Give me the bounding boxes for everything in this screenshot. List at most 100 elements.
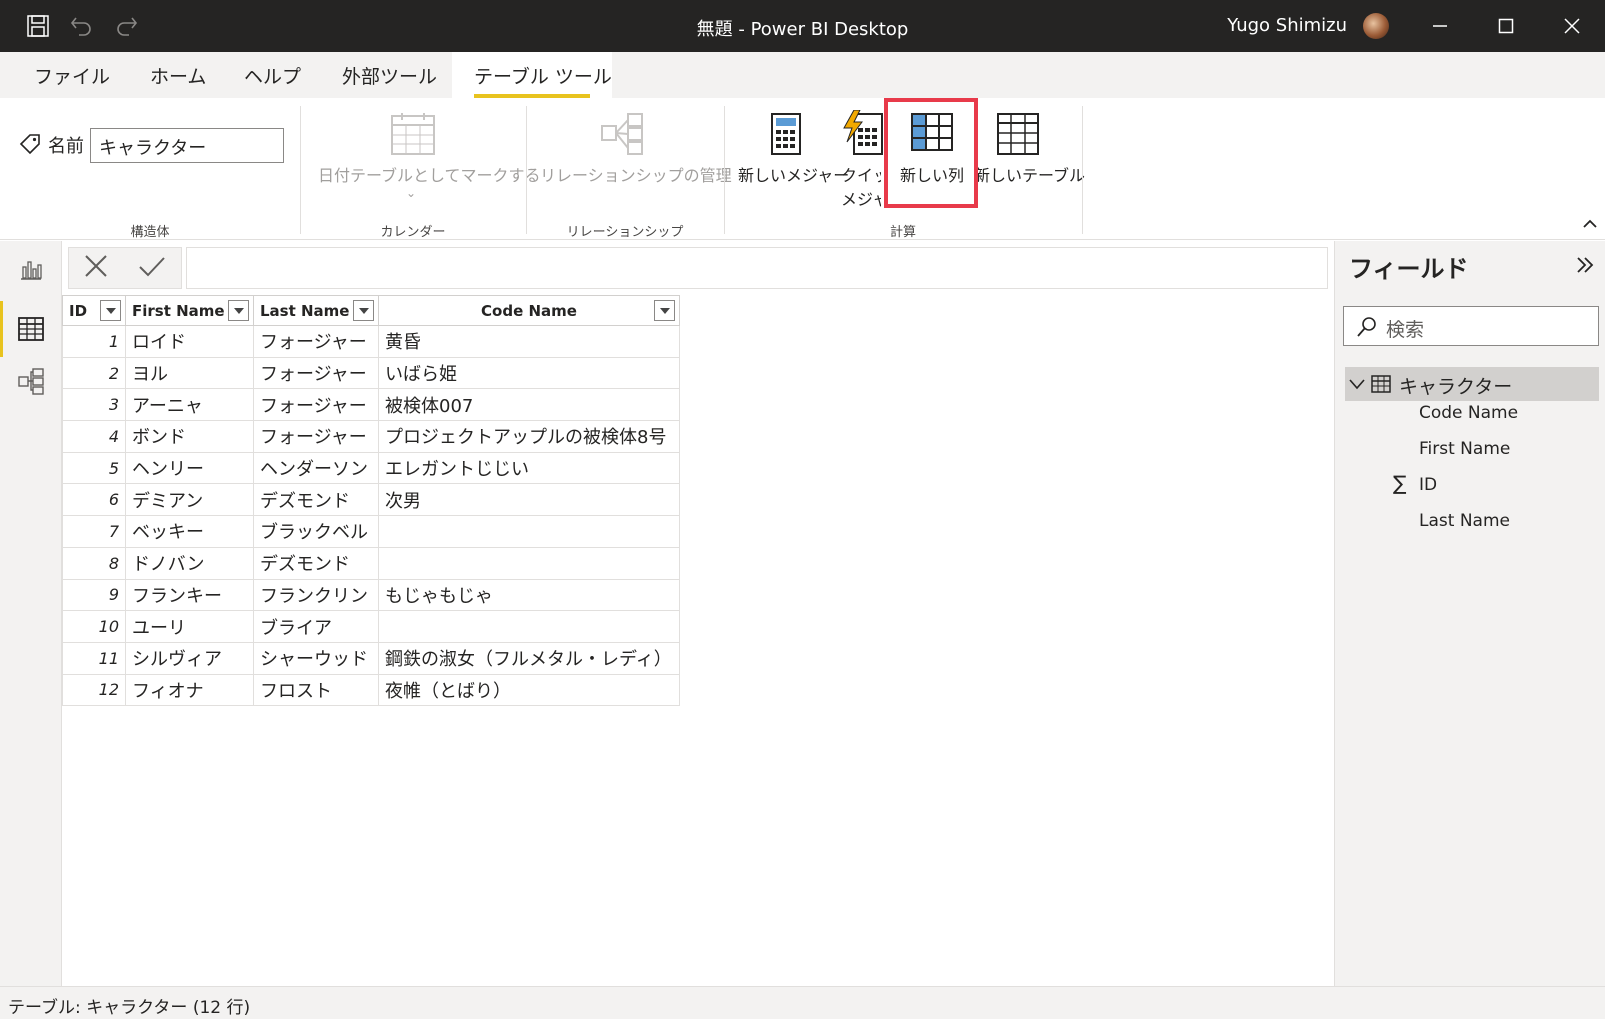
avatar[interactable] — [1363, 13, 1389, 39]
column-header-first-name[interactable]: First Name — [125, 295, 254, 326]
cell-first-name[interactable]: アーニャ — [125, 388, 254, 422]
new-table-button[interactable]: 新しいテーブル — [974, 162, 1085, 186]
cell-code-name[interactable]: 鋼鉄の淑女（フルメタル・レディ） — [378, 641, 680, 675]
cell-id[interactable]: 5 — [62, 451, 126, 485]
field-item-code-name[interactable]: Code Name — [1419, 403, 1518, 423]
cell-first-name[interactable]: ヘンリー — [125, 451, 254, 485]
filter-dropdown-icon[interactable] — [654, 300, 675, 321]
filter-dropdown-icon[interactable] — [228, 300, 249, 321]
column-header-label: Last Name — [260, 301, 350, 320]
cell-last-name[interactable]: シャーウッド — [253, 641, 379, 675]
field-item-first-name[interactable]: First Name — [1419, 439, 1510, 459]
tab-table-tools[interactable]: テーブル ツール — [474, 62, 612, 89]
filter-dropdown-icon[interactable] — [100, 300, 121, 321]
cell-id[interactable]: 12 — [62, 673, 126, 707]
quick-measure-button-line2[interactable]: メジャー — [841, 186, 881, 210]
cell-first-name[interactable]: デミアン — [125, 483, 254, 517]
new-measure-button[interactable]: 新しいメジャー — [738, 162, 849, 186]
table-row: 9 フランキー フランクリン もじゃもじゃ — [62, 578, 680, 612]
cell-id[interactable]: 2 — [62, 356, 126, 390]
cell-first-name[interactable]: ベッキー — [125, 515, 254, 548]
chevron-down-icon[interactable] — [1349, 375, 1365, 394]
maximize-button[interactable] — [1473, 0, 1539, 52]
cell-id[interactable]: 6 — [62, 483, 126, 517]
manage-relationships-button[interactable]: リレーションシップの管理 — [540, 162, 732, 186]
view-switcher — [0, 241, 62, 986]
data-view-icon[interactable] — [0, 301, 62, 357]
mark-as-date-table-button[interactable]: 日付テーブルとしてマークする — [318, 162, 541, 186]
column-header-code-name[interactable]: Code Name — [378, 295, 680, 326]
table-row: 7 ベッキー ブラックベル — [62, 515, 680, 548]
cell-id[interactable]: 1 — [62, 325, 126, 358]
cell-last-name[interactable]: ブライア — [253, 610, 379, 643]
cell-id[interactable]: 4 — [62, 420, 126, 453]
cell-first-name[interactable]: フランキー — [125, 578, 254, 612]
cell-first-name[interactable]: シルヴィア — [125, 641, 254, 675]
cell-last-name[interactable]: デズモンド — [253, 546, 379, 580]
table-row: 6 デミアン デズモンド 次男 — [62, 483, 680, 517]
collapse-ribbon-icon[interactable] — [1583, 216, 1597, 232]
cell-code-name[interactable]: いばら姫 — [378, 356, 680, 390]
user-name[interactable]: Yugo Shimizu — [1227, 15, 1347, 36]
cell-id[interactable]: 9 — [62, 578, 126, 612]
table-row: 1 ロイド フォージャー 黄昏 — [62, 325, 680, 358]
fields-search-input[interactable]: 検索 — [1343, 306, 1599, 346]
cell-id[interactable]: 3 — [62, 388, 126, 422]
search-placeholder: 検索 — [1386, 319, 1425, 341]
cell-id[interactable]: 8 — [62, 546, 126, 580]
cell-code-name[interactable] — [378, 515, 680, 548]
cell-first-name[interactable]: ドノバン — [125, 546, 254, 580]
cell-code-name[interactable]: 被検体007 — [378, 388, 680, 422]
close-button[interactable] — [1539, 0, 1605, 52]
cell-first-name[interactable]: ユーリ — [125, 610, 254, 643]
cell-last-name[interactable]: ヘンダーソン — [253, 451, 379, 485]
cell-id[interactable]: 10 — [62, 610, 126, 643]
column-header-last-name[interactable]: Last Name — [253, 295, 379, 326]
tab-external-tools[interactable]: 外部ツール — [342, 62, 437, 89]
cell-last-name[interactable]: フォージャー — [253, 356, 379, 390]
field-item-last-name[interactable]: Last Name — [1419, 511, 1510, 531]
fields-pane-title: フィールド — [1349, 255, 1469, 283]
cell-id[interactable]: 11 — [62, 641, 126, 675]
cell-last-name[interactable]: フロスト — [253, 673, 379, 707]
cell-first-name[interactable]: ロイド — [125, 325, 254, 358]
cell-code-name[interactable]: 次男 — [378, 483, 680, 517]
cell-last-name[interactable]: フォージャー — [253, 325, 379, 358]
tab-home[interactable]: ホーム — [150, 62, 206, 89]
cell-code-name[interactable] — [378, 610, 680, 643]
column-header-id[interactable]: ID — [62, 295, 126, 326]
cancel-formula-icon[interactable] — [84, 254, 108, 282]
cell-last-name[interactable]: デズモンド — [253, 483, 379, 517]
cell-code-name[interactable]: 黄昏 — [378, 325, 680, 358]
group-label-calendar: カレンダー — [380, 225, 446, 240]
cell-last-name[interactable]: フランクリン — [253, 578, 379, 612]
tab-help[interactable]: ヘルプ — [244, 62, 301, 89]
calculator-icon — [770, 112, 802, 160]
commit-formula-icon[interactable] — [138, 255, 166, 281]
cell-code-name[interactable]: もじゃもじゃ — [378, 578, 680, 612]
cell-code-name[interactable]: エレガントじじい — [378, 451, 680, 485]
cell-last-name[interactable]: ブラックベル — [253, 515, 379, 548]
filter-dropdown-icon[interactable] — [353, 300, 374, 321]
quick-measure-button[interactable]: クイック — [841, 162, 881, 186]
model-view-icon[interactable] — [0, 353, 62, 409]
table-name-input[interactable]: キャラクター — [90, 128, 284, 163]
cell-first-name[interactable]: フィオナ — [125, 673, 254, 707]
cell-first-name[interactable]: ボンド — [125, 420, 254, 453]
cell-code-name[interactable] — [378, 546, 680, 580]
expand-pane-icon[interactable] — [1575, 255, 1595, 281]
minimize-button[interactable] — [1407, 0, 1473, 52]
fields-table-item[interactable]: キャラクター — [1345, 367, 1599, 401]
cell-code-name[interactable]: 夜帷（とばり） — [378, 673, 680, 707]
cell-code-name[interactable]: プロジェクトアップルの被検体8号 — [378, 420, 680, 453]
cell-last-name[interactable]: フォージャー — [253, 420, 379, 453]
cell-last-name[interactable]: フォージャー — [253, 388, 379, 422]
column-header-label: ID — [69, 301, 88, 320]
report-view-icon[interactable] — [0, 241, 62, 297]
cell-first-name[interactable]: ヨル — [125, 356, 254, 390]
field-item-id[interactable]: ID — [1419, 475, 1437, 495]
tab-file[interactable]: ファイル — [34, 62, 110, 89]
formula-bar[interactable] — [186, 247, 1328, 289]
table-row: 11 シルヴィア シャーウッド 鋼鉄の淑女（フルメタル・レディ） — [62, 641, 680, 675]
cell-id[interactable]: 7 — [62, 515, 126, 548]
